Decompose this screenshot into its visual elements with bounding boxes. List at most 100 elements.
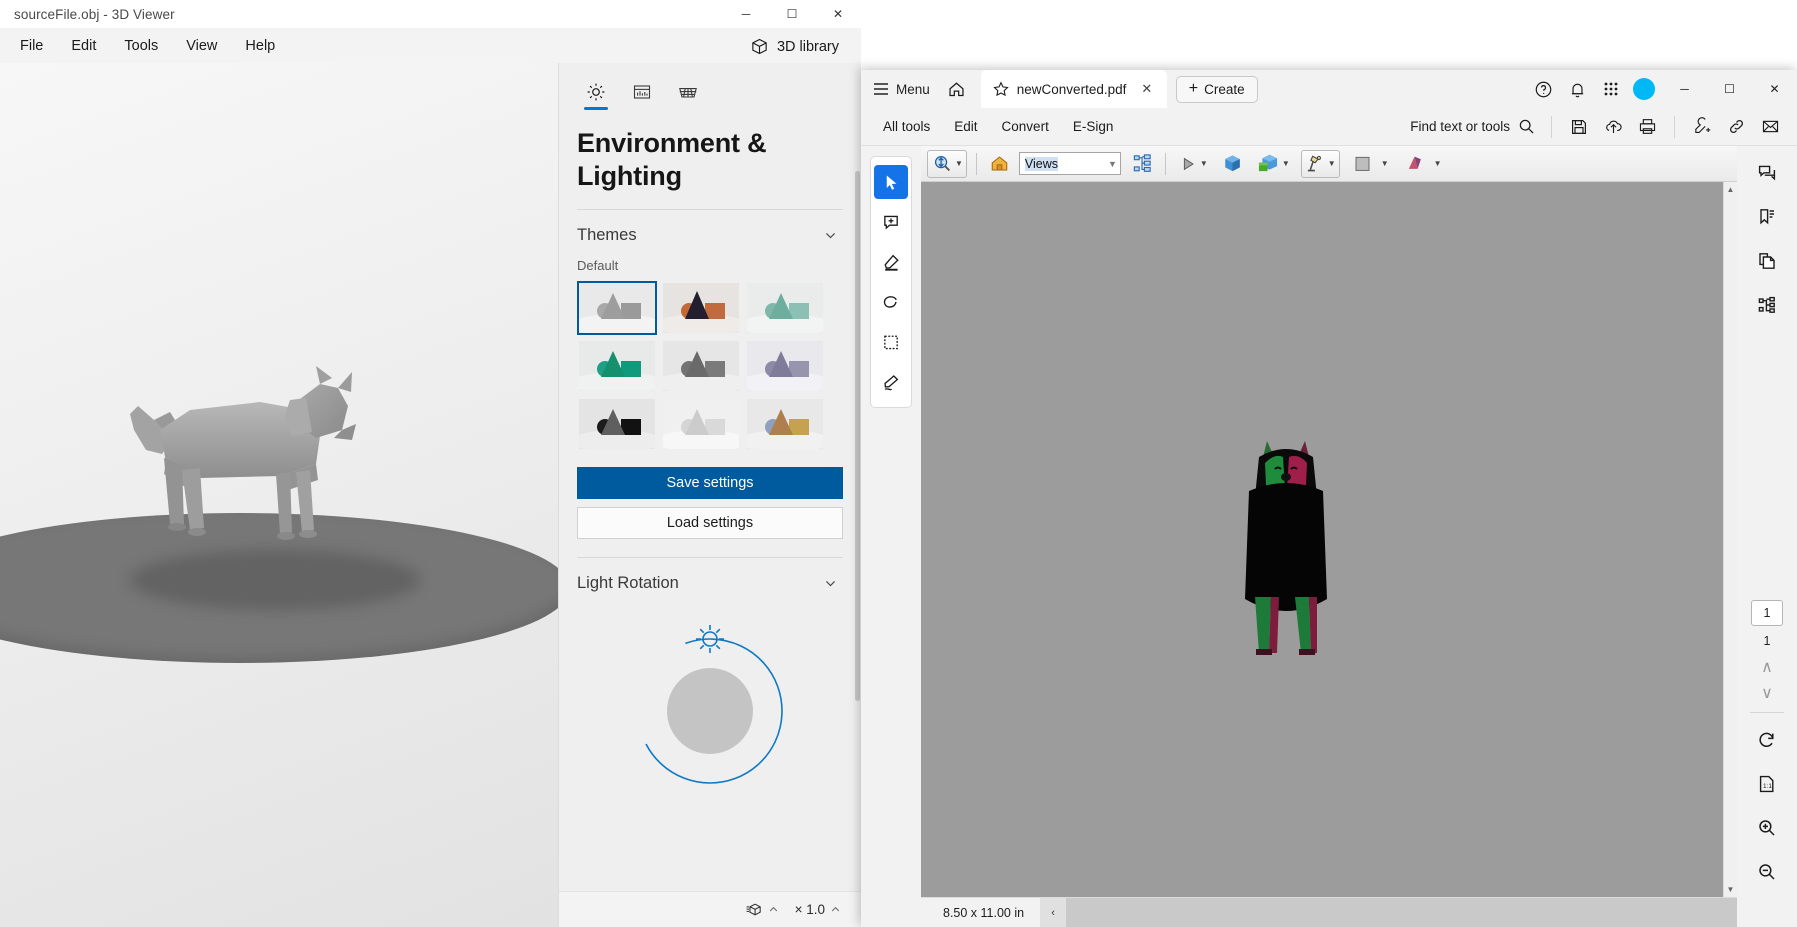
next-page-button[interactable]: ∨: [1750, 680, 1784, 706]
convert-menu[interactable]: Convert: [990, 114, 1061, 139]
chevron-down-icon[interactable]: [817, 570, 843, 596]
play-animation-button[interactable]: ▼: [1175, 150, 1211, 178]
page-thumbnails-button[interactable]: [1748, 242, 1786, 280]
share-link-button[interactable]: [1719, 110, 1753, 144]
email-button[interactable]: [1753, 110, 1787, 144]
rotate-page-button[interactable]: [1748, 721, 1786, 759]
menu-file[interactable]: File: [6, 33, 57, 59]
page-number-input[interactable]: 1: [1751, 600, 1783, 626]
signature-button[interactable]: [874, 365, 908, 399]
zoom-out-button[interactable]: [1748, 853, 1786, 891]
views-dropdown[interactable]: Views ▼: [1018, 152, 1121, 175]
comments-panel-button[interactable]: [1748, 154, 1786, 192]
menu-help[interactable]: Help: [231, 33, 289, 59]
default-render-button[interactable]: [1219, 150, 1246, 178]
three-d-library-button[interactable]: 3D library: [742, 33, 847, 60]
tab-lighting[interactable]: [573, 73, 619, 111]
add-comment-button[interactable]: [874, 205, 908, 239]
pdf-page-canvas[interactable]: y x: [921, 182, 1723, 897]
print-button[interactable]: [1630, 110, 1664, 144]
chevron-down-icon[interactable]: ▼: [1108, 159, 1117, 169]
acrobat-minimize-button[interactable]: ─: [1662, 70, 1707, 108]
statusbar-collapse-button[interactable]: ‹: [1040, 897, 1067, 927]
save-button[interactable]: [1562, 110, 1596, 144]
star-icon[interactable]: [993, 81, 1009, 97]
save-settings-button[interactable]: Save settings: [577, 467, 843, 499]
viewer-minimize-button[interactable]: ─: [723, 0, 769, 28]
pane-scrollbar-thumb[interactable]: [855, 171, 860, 701]
all-tools-menu[interactable]: All tools: [871, 114, 942, 139]
pdf-page-area[interactable]: y x ▲ ▼: [921, 182, 1737, 897]
menu-view[interactable]: View: [172, 33, 231, 59]
theme-swatch[interactable]: [661, 397, 741, 451]
theme-swatch[interactable]: [577, 339, 657, 393]
theme-swatch[interactable]: [745, 281, 825, 335]
model-tree-button[interactable]: [1129, 150, 1156, 178]
load-settings-button[interactable]: Load settings: [577, 507, 843, 539]
text-select-button[interactable]: [874, 325, 908, 359]
edit-menu[interactable]: Edit: [942, 114, 989, 139]
theme-swatch[interactable]: [661, 339, 741, 393]
chevron-down-icon[interactable]: ▼: [1328, 159, 1336, 168]
acrobat-restore-button[interactable]: ☐: [1707, 70, 1752, 108]
chevron-down-icon[interactable]: ▼: [1381, 159, 1389, 168]
viewer-maximize-button[interactable]: ☐: [769, 0, 815, 28]
esign-menu[interactable]: E-Sign: [1061, 114, 1126, 139]
tab-statistics[interactable]: [619, 73, 665, 111]
scroll-down-arrow[interactable]: ▼: [1727, 882, 1735, 897]
chevron-down-icon[interactable]: ▼: [1200, 159, 1208, 168]
tab-grid[interactable]: [665, 73, 711, 111]
viewer-close-button[interactable]: ✕: [815, 0, 861, 28]
acrobat-close-button[interactable]: ✕: [1752, 70, 1797, 108]
lighting-button[interactable]: ▼: [1300, 149, 1340, 178]
menu-edit[interactable]: Edit: [57, 33, 110, 59]
help-button[interactable]: [1526, 72, 1560, 106]
theme-swatch[interactable]: [577, 281, 657, 335]
render-mode-button[interactable]: ▼: [1254, 150, 1293, 178]
rotate-3d-tool-button[interactable]: ▼: [927, 149, 967, 178]
divider: [1164, 152, 1166, 175]
draw-lasso-button[interactable]: [874, 285, 908, 319]
grid-icon: [678, 82, 698, 102]
themes-section-header[interactable]: Themes: [577, 210, 843, 254]
scroll-up-arrow[interactable]: ▲: [1727, 182, 1735, 197]
fit-page-button[interactable]: 1:1: [1748, 765, 1786, 803]
bookmarks-panel-button[interactable]: [1748, 198, 1786, 236]
pdf-vertical-scrollbar[interactable]: ▲ ▼: [1723, 182, 1737, 897]
pdf-three-d-model[interactable]: [1231, 427, 1341, 702]
home-view-button[interactable]: [986, 150, 1013, 178]
search-icon[interactable]: [1518, 118, 1535, 135]
menu-tools[interactable]: Tools: [110, 33, 172, 59]
chevron-down-icon[interactable]: [817, 222, 843, 248]
avatar[interactable]: [1633, 78, 1655, 100]
highlight-tool-button[interactable]: [874, 245, 908, 279]
light-rotation-section-header[interactable]: Light Rotation: [577, 558, 843, 602]
three-d-render-canvas[interactable]: [0, 63, 558, 927]
chevron-down-icon[interactable]: ▼: [1434, 159, 1442, 168]
acrobat-home-button[interactable]: [938, 80, 975, 99]
add-stamp-button[interactable]: [1685, 110, 1719, 144]
previous-page-button[interactable]: ∧: [1750, 654, 1784, 680]
chevron-down-icon[interactable]: ▼: [1282, 159, 1290, 168]
zoom-level-button[interactable]: × 1.0: [789, 898, 847, 921]
background-color-button[interactable]: ▼: [1350, 150, 1392, 178]
select-tool-button[interactable]: [874, 165, 908, 199]
theme-swatch[interactable]: [577, 397, 657, 451]
cloud-upload-button[interactable]: [1596, 110, 1630, 144]
theme-swatch[interactable]: [745, 397, 825, 451]
create-button[interactable]: + Create: [1175, 75, 1258, 103]
model-tree-panel-button[interactable]: [1748, 286, 1786, 324]
close-tab-button[interactable]: ✕: [1137, 79, 1157, 99]
notifications-button[interactable]: [1560, 72, 1594, 106]
find-text-or-tools[interactable]: Find text or tools: [1404, 118, 1541, 135]
theme-swatch[interactable]: [745, 339, 825, 393]
model-stats-button[interactable]: [740, 897, 785, 922]
acrobat-menu-button[interactable]: Menu: [861, 82, 938, 97]
cross-section-button[interactable]: ▼: [1402, 150, 1445, 178]
chevron-down-icon[interactable]: ▼: [955, 159, 963, 168]
theme-swatch[interactable]: [661, 281, 741, 335]
apps-button[interactable]: [1594, 72, 1628, 106]
document-tab[interactable]: newConverted.pdf ✕: [980, 70, 1167, 108]
zoom-in-button[interactable]: [1748, 809, 1786, 847]
light-rotation-dial[interactable]: [577, 602, 843, 786]
